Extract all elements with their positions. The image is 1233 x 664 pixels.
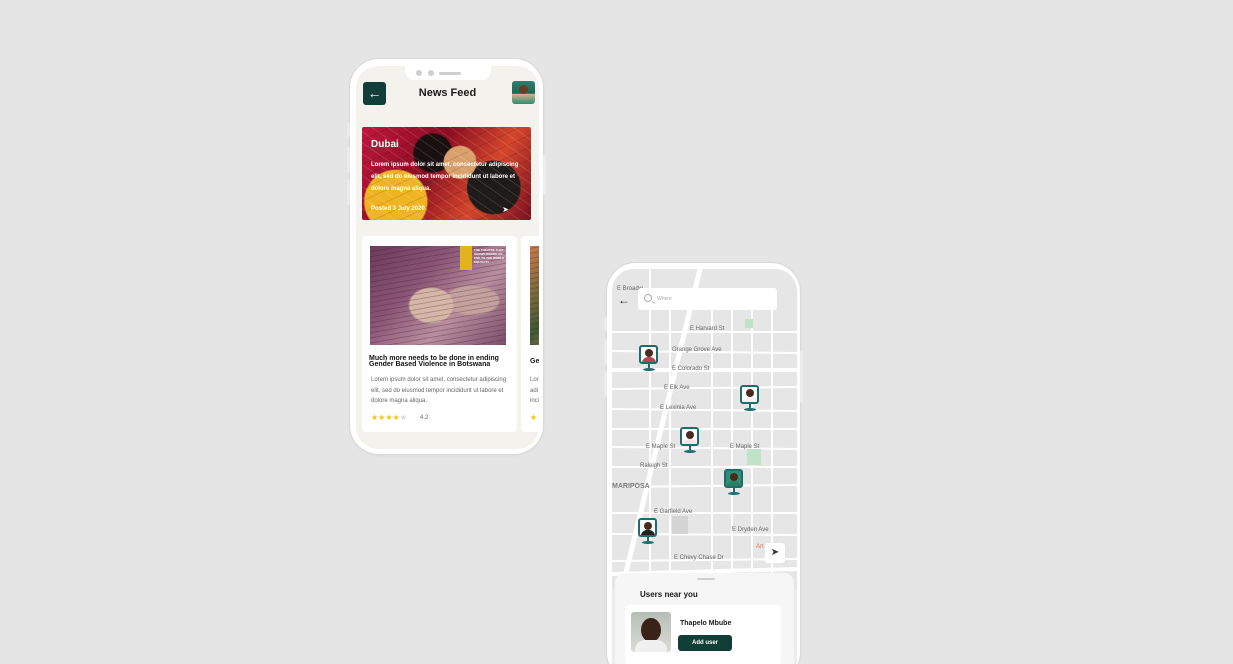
neighborhood-label: MARIPOSA [612,483,650,490]
phone-side-button [604,317,607,331]
back-button[interactable]: ← [618,293,630,307]
image-tag-block [460,246,472,270]
user-name: Thapelo Mbube [680,620,732,627]
news-feed-screen: ← News Feed Dubai Lorem ipsum dolor sit … [356,66,539,449]
phone-news-feed: ← News Feed Dubai Lorem ipsum dolor sit … [347,58,546,455]
street-label: Orange Grove Ave [672,347,722,353]
rating-value: 4.2 [420,415,429,421]
star-empty-icon: ★ [399,413,407,422]
sheet-drag-handle[interactable] [697,578,715,580]
navigation-arrow-icon: ➤ [770,547,780,558]
news-card[interactable]: THE THEATRE THAT SHOWS WHERE AN END TO T… [362,236,517,432]
street-label: E Dryden Ave [732,527,769,533]
search-input[interactable]: Where [638,288,777,310]
image-tag-text: THE THEATRE THAT SHOWS WHERE AN END TO T… [474,248,505,264]
user-map-pin[interactable] [639,345,659,371]
news-card-image [530,246,539,345]
street-label: E Maple St [646,444,676,450]
user-map-pin[interactable] [740,385,760,411]
phone-side-button [347,179,350,205]
star-icon: ★ [530,413,538,422]
share-icon[interactable]: ➤ [502,205,509,214]
featured-story-date: Posted 3 July 2020 [371,206,425,212]
street-label: E Maple St [730,444,760,450]
user-map-pin[interactable] [638,518,658,544]
news-card-title: Ge [530,358,539,365]
news-card[interactable]: Ge Lor adi inci ★ [521,236,539,432]
phone-side-button [604,339,607,365]
map-screen: E Broadw E Colorado St Orange Grove Ave … [612,269,797,664]
arrow-left-icon: ← [618,293,630,307]
rating-stars: ★★★★★ [371,413,407,422]
phone-side-button [604,371,607,397]
street-label: E Garfield Ave [654,509,693,515]
phone-map: E Broadw E Colorado St Orange Grove Ave … [604,262,803,664]
street-label: E Harvard St [690,326,725,332]
user-photo [631,612,671,652]
street-label: E Elk Ave [664,385,690,391]
news-card-excerpt: Lor adi inci [530,377,539,404]
map-view[interactable]: E Broadw E Colorado St Orange Grove Ave … [612,269,797,589]
phone-side-button [347,123,350,137]
star-icon: ★ [385,413,393,422]
locate-me-button[interactable]: ➤ [765,543,785,563]
phone-side-button [800,351,803,403]
sheet-title: Users near you [640,590,698,599]
street-label: E Lexinia Ave [660,405,697,411]
street-label: Raleigh St [640,463,668,469]
canvas: ← News Feed Dubai Lorem ipsum dolor sit … [0,0,1233,664]
user-card[interactable]: Thapelo Mbube Add user [625,605,781,664]
featured-story-title: Dubai [371,139,399,150]
users-nearby-sheet: Users near you Thapelo Mbube Add user [615,573,794,664]
news-card-excerpt: Lorem ipsum dolor sit amet, consectetur … [371,377,507,404]
add-user-button[interactable]: Add user [678,635,732,651]
star-icon: ★ [392,413,400,422]
phone-side-button [347,147,350,173]
avatar[interactable] [512,81,535,104]
news-card-title: Much more needs to be done in ending Gen… [369,355,499,368]
phone-side-button [543,155,546,195]
search-icon [644,294,652,302]
user-map-pin[interactable] [724,469,744,495]
news-card-image: THE THEATRE THAT SHOWS WHERE AN END TO T… [370,246,506,345]
phone-notch [404,66,491,80]
user-map-pin[interactable] [680,427,700,453]
featured-story-card[interactable]: Dubai Lorem ipsum dolor sit amet, consec… [362,127,531,220]
poi-label: Art [756,544,764,550]
street-label: E Chevy Chase Dr [674,555,724,561]
street-label: E Colorado St [672,366,710,372]
featured-story-text: Lorem ipsum dolor sit amet, consectetur … [371,162,519,192]
search-placeholder: Where [657,296,672,302]
